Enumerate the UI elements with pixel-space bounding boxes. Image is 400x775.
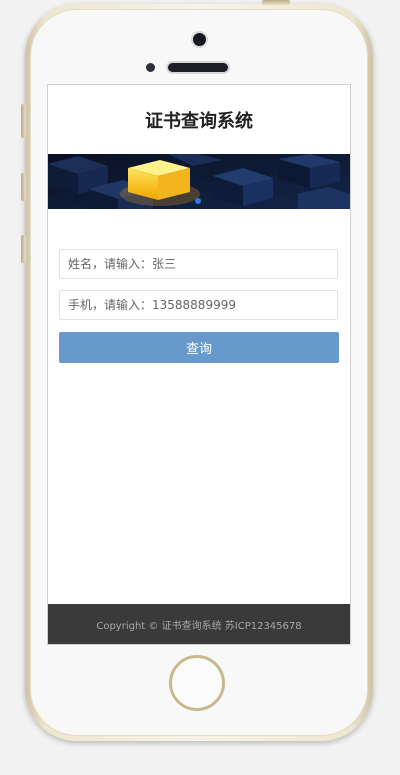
power-button bbox=[262, 0, 290, 5]
footer: Copyright © 证书查询系统 苏ICP12345678 bbox=[48, 604, 350, 644]
home-button[interactable] bbox=[169, 655, 225, 711]
front-camera bbox=[193, 33, 206, 46]
device-mockup: 证书查询系统 姓名，请输入：张三 手机，请输入：13588889999 查询 C… bbox=[0, 0, 400, 775]
earpiece-speaker bbox=[168, 63, 228, 72]
query-button[interactable]: 查询 bbox=[59, 332, 339, 363]
name-input[interactable] bbox=[59, 249, 338, 279]
volume-up-button bbox=[21, 173, 26, 201]
volume-down-button bbox=[21, 235, 26, 263]
silent-switch bbox=[21, 104, 26, 138]
phone-screen: 证书查询系统 姓名，请输入：张三 手机，请输入：13588889999 查询 C… bbox=[47, 84, 351, 645]
phone-input[interactable] bbox=[59, 290, 338, 320]
carousel-dot-1[interactable] bbox=[195, 198, 201, 204]
proximity-sensor bbox=[146, 63, 155, 72]
page-title: 证书查询系统 bbox=[145, 111, 253, 132]
copyright-text: Copyright © 证书查询系统 苏ICP12345678 bbox=[96, 620, 302, 632]
banner-carousel[interactable] bbox=[48, 154, 350, 209]
